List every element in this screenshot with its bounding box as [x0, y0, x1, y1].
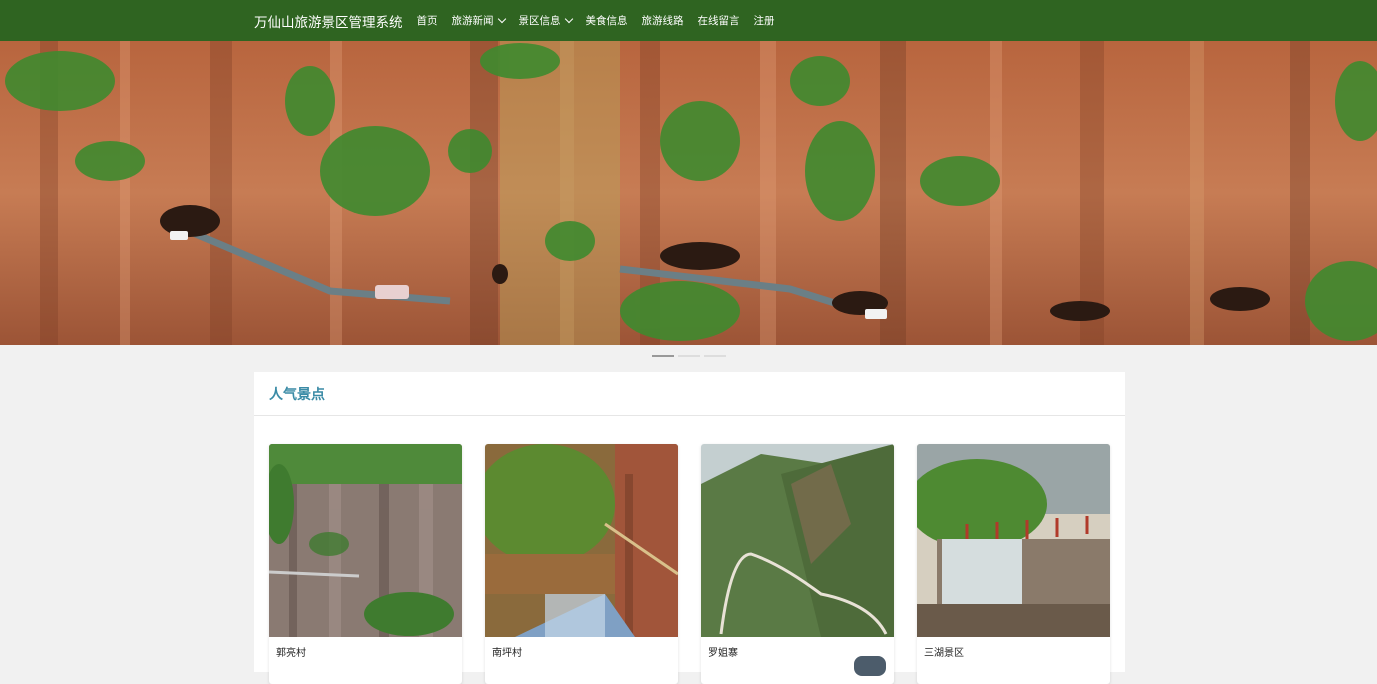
nav-item-routes[interactable]: 旅游线路: [642, 13, 684, 28]
nav-item-scenic-info[interactable]: 景区信息: [519, 13, 573, 28]
popular-spots-panel: 人气景点 郭亮村 南坪村 罗姐寨 三湖景区: [254, 372, 1125, 684]
spot-image: [917, 444, 1110, 637]
carousel-dot-1[interactable]: [651, 355, 674, 357]
nav-item-news[interactable]: 旅游新闻: [452, 13, 506, 28]
hero-banner-image[interactable]: [0, 41, 1377, 345]
nav-item-messages[interactable]: 在线留言: [698, 13, 740, 28]
carousel-dot-2[interactable]: [677, 355, 700, 357]
site-brand[interactable]: 万仙山旅游景区管理系统: [254, 11, 403, 31]
chevron-down-icon: [497, 14, 506, 23]
spot-image: [701, 444, 894, 637]
spot-card-list: 郭亮村 南坪村 罗姐寨 三湖景区: [269, 444, 1110, 684]
spot-name: 三湖景区: [924, 648, 964, 659]
nav-item-home[interactable]: 首页: [417, 13, 438, 28]
spot-card[interactable]: 罗姐寨: [701, 444, 894, 684]
panel-header: 人气景点: [254, 372, 1125, 416]
spot-card[interactable]: 三湖景区: [917, 444, 1110, 684]
floating-action-button[interactable]: [854, 656, 886, 676]
spot-name: 罗姐寨: [708, 648, 738, 659]
spot-image: [485, 444, 678, 637]
carousel-dot-3[interactable]: [703, 355, 726, 357]
top-navbar: 万仙山旅游景区管理系统 首页 旅游新闻 景区信息 美食信息 旅游线路 在线留言 …: [0, 0, 1377, 41]
nav-item-register[interactable]: 注册: [754, 13, 775, 28]
nav-item-food[interactable]: 美食信息: [586, 13, 628, 28]
spot-name: 南坪村: [492, 648, 522, 659]
carousel-indicators: [0, 345, 1377, 367]
section-title: 人气景点: [269, 386, 325, 403]
spot-name: 郭亮村: [276, 648, 306, 659]
spot-card[interactable]: 南坪村: [485, 444, 678, 684]
spot-image: [269, 444, 462, 637]
spot-card[interactable]: 郭亮村: [269, 444, 462, 684]
chevron-down-icon: [564, 14, 573, 23]
